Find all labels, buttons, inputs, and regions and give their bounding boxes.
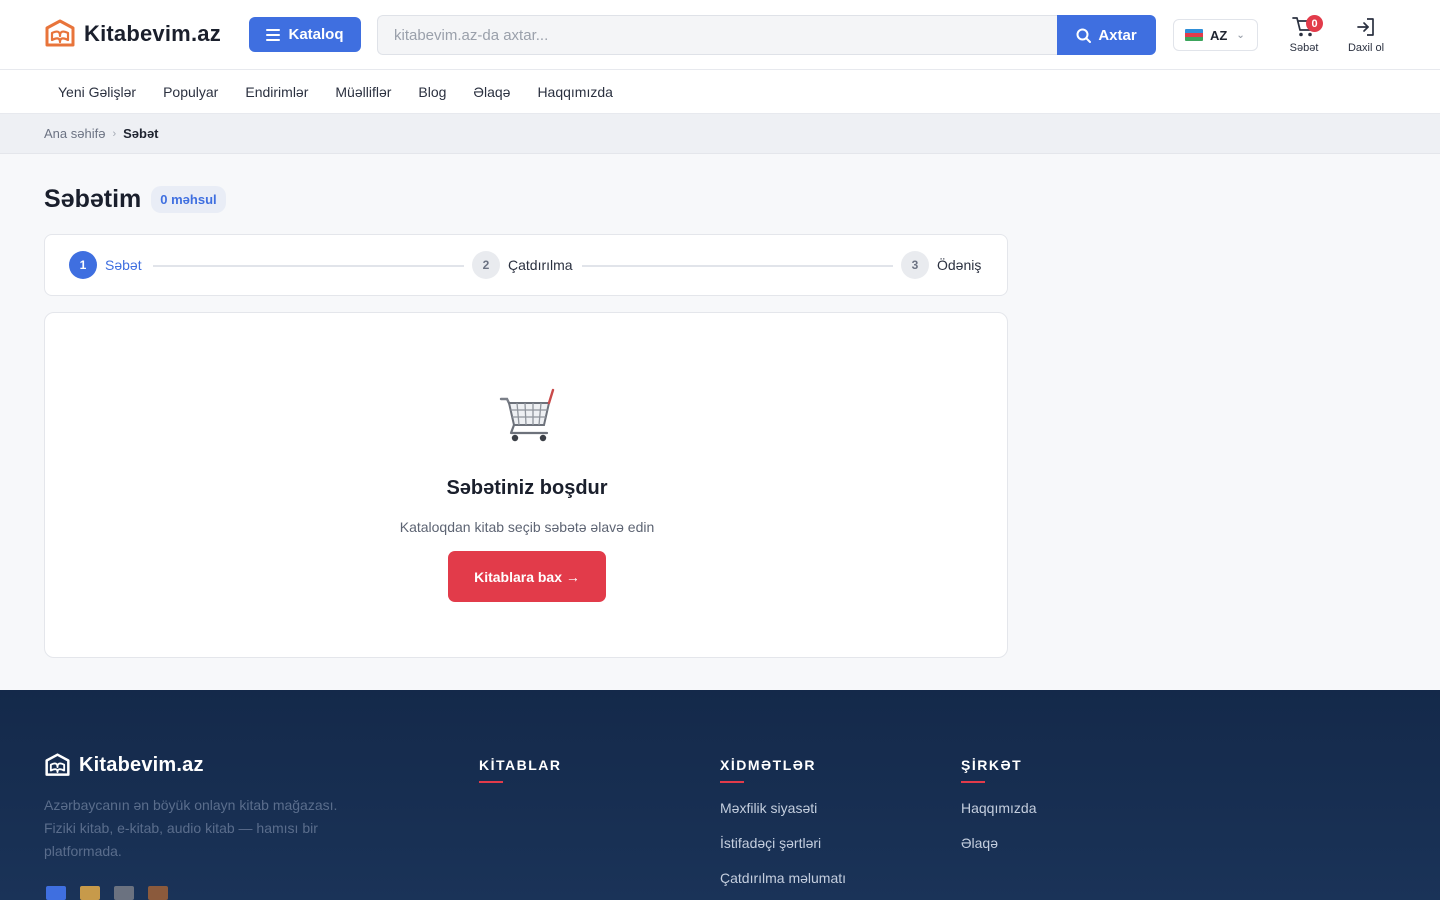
page-header: Səbətim 0 məhsul [44,185,226,214]
menu-icon [266,28,281,41]
book-logo-icon [45,753,70,776]
nav-item-blog[interactable]: Blog [418,84,446,100]
footer-link-contact[interactable]: Əlaqə [961,833,1036,868]
logo-text: Kitabevim.az [84,21,221,46]
footer-column-services: XİDMƏTLƏR Məxfilik siyasəti İstifadəçi ş… [720,757,846,900]
step-number: 3 [901,251,929,279]
empty-cart-card: Səbətiniz boşdur Kataloqdan kitab seçib … [44,312,1008,658]
breadcrumb-separator: › [112,127,117,140]
footer-format-icons [46,886,168,900]
ebook-format-icon [80,886,100,900]
header-cart[interactable]: 0 Səbət [1284,15,1324,54]
audiobook-format-icon [114,886,134,900]
site-header: Kitabevim.az Kataloq Axtar AZ ⌄ 0 Səbət … [0,0,1440,70]
footer-title-underline [961,781,985,783]
nav-item-new-arrivals[interactable]: Yeni Gəlişlər [58,84,136,100]
catalog-button[interactable]: Kataloq [249,17,361,52]
gift-format-icon [148,886,168,900]
breadcrumb: Ana səhifə › Səbət [0,114,1440,154]
site-footer: Kitabevim.az Azərbaycanın ən böyük onlay… [0,690,1440,900]
step-number: 2 [472,251,500,279]
nav-item-discounts[interactable]: Endirimlər [245,84,308,100]
breadcrumb-home[interactable]: Ana səhifə [44,126,105,141]
footer-title-underline [720,781,744,783]
empty-cart-title: Səbətiniz boşdur [446,477,608,499]
footer-title-underline [479,781,503,783]
step-label: Ödəniş [937,257,982,273]
footer-column-books: KİTABLAR [479,757,562,783]
footer-logo-text: Kitabevim.az [79,754,204,776]
footer-logo[interactable]: Kitabevim.az [44,753,204,778]
login-label: Daxil ol [1347,42,1385,54]
site-logo[interactable]: Kitabevim.az [44,19,221,49]
chevron-down-icon: ⌄ [1236,29,1245,41]
search-bar: Axtar [377,15,1156,55]
search-button-label: Axtar [1098,26,1137,44]
language-code: AZ [1210,27,1228,43]
footer-column-title: KİTABLAR [479,757,562,773]
search-button[interactable]: Axtar [1057,15,1156,55]
step-label: Çatdırılma [508,257,573,273]
azerbaijan-flag-icon [1185,29,1203,41]
footer-description: Azərbaycanın ən böyük onlayn kitab mağaz… [44,797,338,859]
item-count-badge: 0 məhsul [151,186,226,213]
book-format-icon [46,886,66,900]
browse-books-button[interactable]: Kitablara bax → [448,551,606,602]
checkout-steps: 1 Səbət 2 Çatdırılma 3 Ödəniş [44,234,1008,296]
step-delivery: 2 Çatdırılma [472,251,573,279]
step-connector [153,265,464,267]
catalog-label: Kataloq [288,26,344,43]
step-number: 1 [69,251,97,279]
empty-cart-subtitle: Kataloqdan kitab seçib səbətə əlavə edin [399,519,655,535]
step-payment: 3 Ödəniş [901,251,981,279]
footer-link-terms[interactable]: İstifadəçi şərtləri [720,833,846,868]
cart-label: Səbət [1289,42,1319,54]
book-logo-icon [45,19,75,47]
nav-item-authors[interactable]: Müəlliflər [335,84,391,100]
shopping-cart-icon [499,388,555,442]
footer-column-title: ŞİRKƏT [961,757,1023,773]
breadcrumb-current: Səbət [123,126,159,141]
footer-link-delivery[interactable]: Çatdırılma məlumatı [720,868,846,900]
main-nav: Yeni Gəlişlər Populyar Endirimlər Müəlli… [0,70,1440,114]
page-title: Səbətim [44,185,142,213]
language-selector[interactable]: AZ ⌄ [1173,19,1258,51]
nav-item-about[interactable]: Haqqımızda [537,84,612,100]
footer-link-privacy[interactable]: Məxfilik siyasəti [720,798,846,833]
nav-item-contact[interactable]: Əlaqə [473,84,510,100]
search-icon [1076,28,1092,43]
step-connector [582,265,893,267]
nav-item-popular[interactable]: Populyar [163,84,218,100]
step-label: Səbət [105,257,142,273]
step-cart: 1 Səbət [69,251,142,279]
footer-link-about[interactable]: Haqqımızda [961,798,1036,833]
search-input[interactable] [377,15,1057,55]
footer-column-company: ŞİRKƏT Haqqımızda Əlaqə [961,757,1036,868]
login-link[interactable]: Daxil ol [1344,16,1388,54]
cart-count-badge: 0 [1306,15,1323,32]
login-icon [1357,18,1374,36]
footer-column-title: XİDMƏTLƏR [720,757,817,773]
